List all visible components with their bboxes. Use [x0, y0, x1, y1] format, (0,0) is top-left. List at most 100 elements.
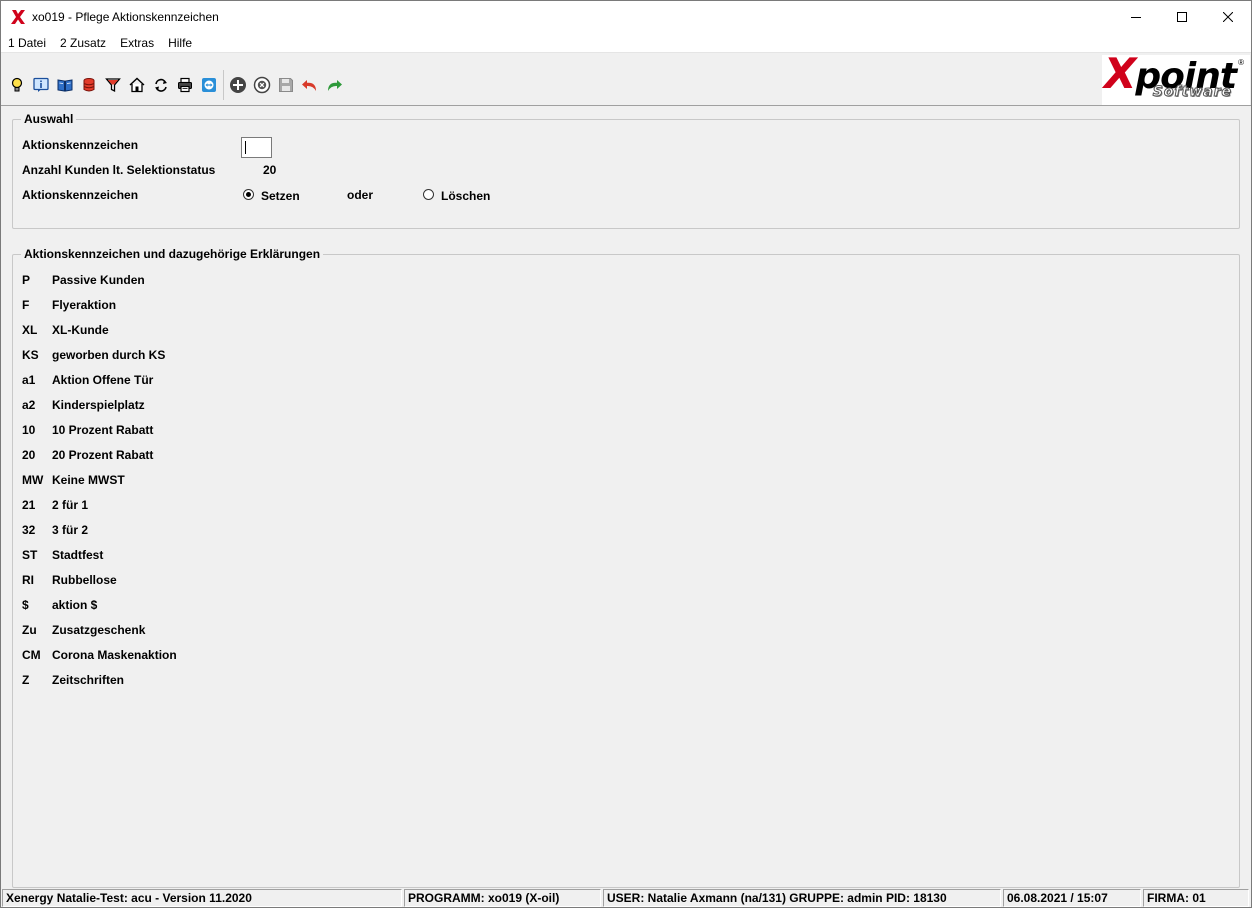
title-bar[interactable]: xo019 - Pflege Aktionskennzeichen	[1, 1, 1251, 33]
code-description: Stadtfest	[52, 548, 104, 562]
refresh-icon	[155, 78, 167, 92]
aktionskennzeichen-label: Aktionskennzeichen	[22, 138, 139, 152]
menu-hilfe[interactable]: Hilfe	[161, 33, 199, 53]
code-value: a2	[22, 398, 36, 412]
database-icon	[83, 78, 95, 92]
info-icon	[33, 77, 49, 92]
code-description: Rubbellose	[52, 573, 117, 587]
code-description: Keine MWST	[52, 473, 125, 487]
radio-setzen[interactable]	[243, 189, 254, 200]
maximize-button[interactable]	[1159, 1, 1205, 33]
cancel-button[interactable]	[250, 74, 274, 96]
code-description: Zusatzgeschenk	[52, 623, 146, 637]
code-value: $	[22, 598, 29, 612]
status-version: Xenergy Natalie-Test: acu - Version 11.2…	[2, 889, 402, 907]
info-button[interactable]	[29, 74, 53, 96]
code-value: RI	[22, 573, 34, 587]
add-icon	[230, 77, 246, 93]
add-button[interactable]	[226, 74, 250, 96]
text-caret	[245, 141, 246, 154]
redo-button[interactable]	[322, 74, 346, 96]
filter-button[interactable]	[101, 74, 125, 96]
status-user: USER: Natalie Axmann (na/131) GRUPPE: ad…	[603, 889, 1001, 907]
logo-software-text: Software	[1152, 84, 1232, 101]
logo-x-letter: X	[1104, 49, 1136, 98]
minimize-icon	[1131, 17, 1141, 18]
save-icon	[279, 78, 293, 92]
radio-loeschen[interactable]	[423, 189, 434, 200]
menu-bar: 1 Datei 2 Zusatz Extras Hilfe	[1, 33, 1251, 53]
code-value: F	[22, 298, 30, 312]
print-button[interactable]	[173, 74, 197, 96]
radio-loeschen-label[interactable]: Löschen	[441, 189, 490, 203]
auswahl-group-title: Auswahl	[21, 112, 77, 126]
code-value: 20	[22, 448, 36, 462]
code-value: P	[22, 273, 31, 287]
home-icon	[129, 77, 145, 93]
code-description: Passive Kunden	[52, 273, 145, 287]
code-description: 2 für 1	[52, 498, 89, 512]
code-description: 3 für 2	[52, 523, 89, 537]
code-description: Aktion Offene Tür	[52, 373, 154, 387]
status-bar: Xenergy Natalie-Test: acu - Version 11.2…	[1, 889, 1251, 907]
book-icon	[57, 79, 73, 92]
code-description: Kinderspielplatz	[52, 398, 145, 412]
code-value: 21	[22, 498, 36, 512]
save-button[interactable]	[274, 74, 298, 96]
book-button[interactable]	[53, 74, 77, 96]
lightbulb-icon	[11, 77, 23, 92]
code-description: Flyeraktion	[52, 298, 117, 312]
status-firma: FIRMA: 01	[1143, 889, 1249, 907]
menu-extras[interactable]: Extras	[113, 33, 161, 53]
refresh-button[interactable]	[149, 74, 173, 96]
code-value: 10	[22, 423, 36, 437]
aktionskennzeichen-input[interactable]	[241, 137, 272, 158]
app-window: xo019 - Pflege Aktionskennzeichen 1 Date…	[0, 0, 1252, 908]
aktion-mode-label: Aktionskennzeichen	[22, 188, 139, 202]
undo-button[interactable]	[298, 74, 322, 96]
remote-button[interactable]	[197, 74, 221, 96]
code-description: 20 Prozent Rabatt	[52, 448, 154, 462]
radio-setzen-label[interactable]: Setzen	[261, 189, 300, 203]
code-value: a1	[22, 373, 36, 387]
code-value: Zu	[22, 623, 37, 637]
anzahl-kunden-value: 20	[263, 163, 277, 177]
redo-icon	[328, 80, 342, 91]
window-controls	[1113, 1, 1251, 33]
xpoint-logo: Xpoint Software ®	[1102, 52, 1250, 105]
print-icon	[178, 77, 192, 93]
toolbar-separator	[223, 70, 224, 100]
anzahl-kunden-label: Anzahl Kunden lt. Selektionstatus	[22, 163, 216, 177]
menu-zusatz[interactable]: 2 Zusatz	[53, 33, 113, 53]
maximize-icon	[1177, 12, 1187, 22]
status-programm: PROGRAMM: xo019 (X-oil)	[404, 889, 601, 907]
code-description: 10 Prozent Rabatt	[52, 423, 154, 437]
status-datetime: 06.08.2021 / 15:07	[1003, 889, 1141, 907]
code-value: Z	[22, 673, 30, 687]
home-button[interactable]	[125, 74, 149, 96]
erklaerungen-group: Aktionskennzeichen und dazugehörige Erkl…	[12, 247, 1240, 888]
code-description: Zeitschriften	[52, 673, 125, 687]
database-button[interactable]	[77, 74, 101, 96]
code-value: XL	[22, 323, 38, 337]
logo-registered-mark: ®	[1238, 58, 1244, 67]
menu-datei[interactable]: 1 Datei	[1, 33, 53, 53]
cancel-icon	[253, 76, 271, 94]
window-title: xo019 - Pflege Aktionskennzeichen	[32, 10, 219, 24]
oder-label: oder	[347, 188, 374, 202]
close-icon	[1223, 12, 1233, 22]
code-description: XL-Kunde	[52, 323, 109, 337]
close-button[interactable]	[1205, 1, 1251, 33]
erklaerungen-group-title: Aktionskennzeichen und dazugehörige Erkl…	[21, 247, 324, 261]
lightbulb-button[interactable]	[5, 74, 29, 96]
code-value: MW	[22, 473, 44, 487]
undo-icon	[302, 80, 316, 91]
minimize-button[interactable]	[1113, 1, 1159, 33]
code-value: ST	[22, 548, 38, 562]
toolbar: Xpoint Software ®	[1, 52, 1251, 106]
filter-icon	[105, 78, 121, 93]
remote-icon	[202, 78, 216, 92]
code-description: Corona Maskenaktion	[52, 648, 177, 662]
app-x-icon	[10, 9, 26, 25]
code-description: aktion $	[52, 598, 98, 612]
